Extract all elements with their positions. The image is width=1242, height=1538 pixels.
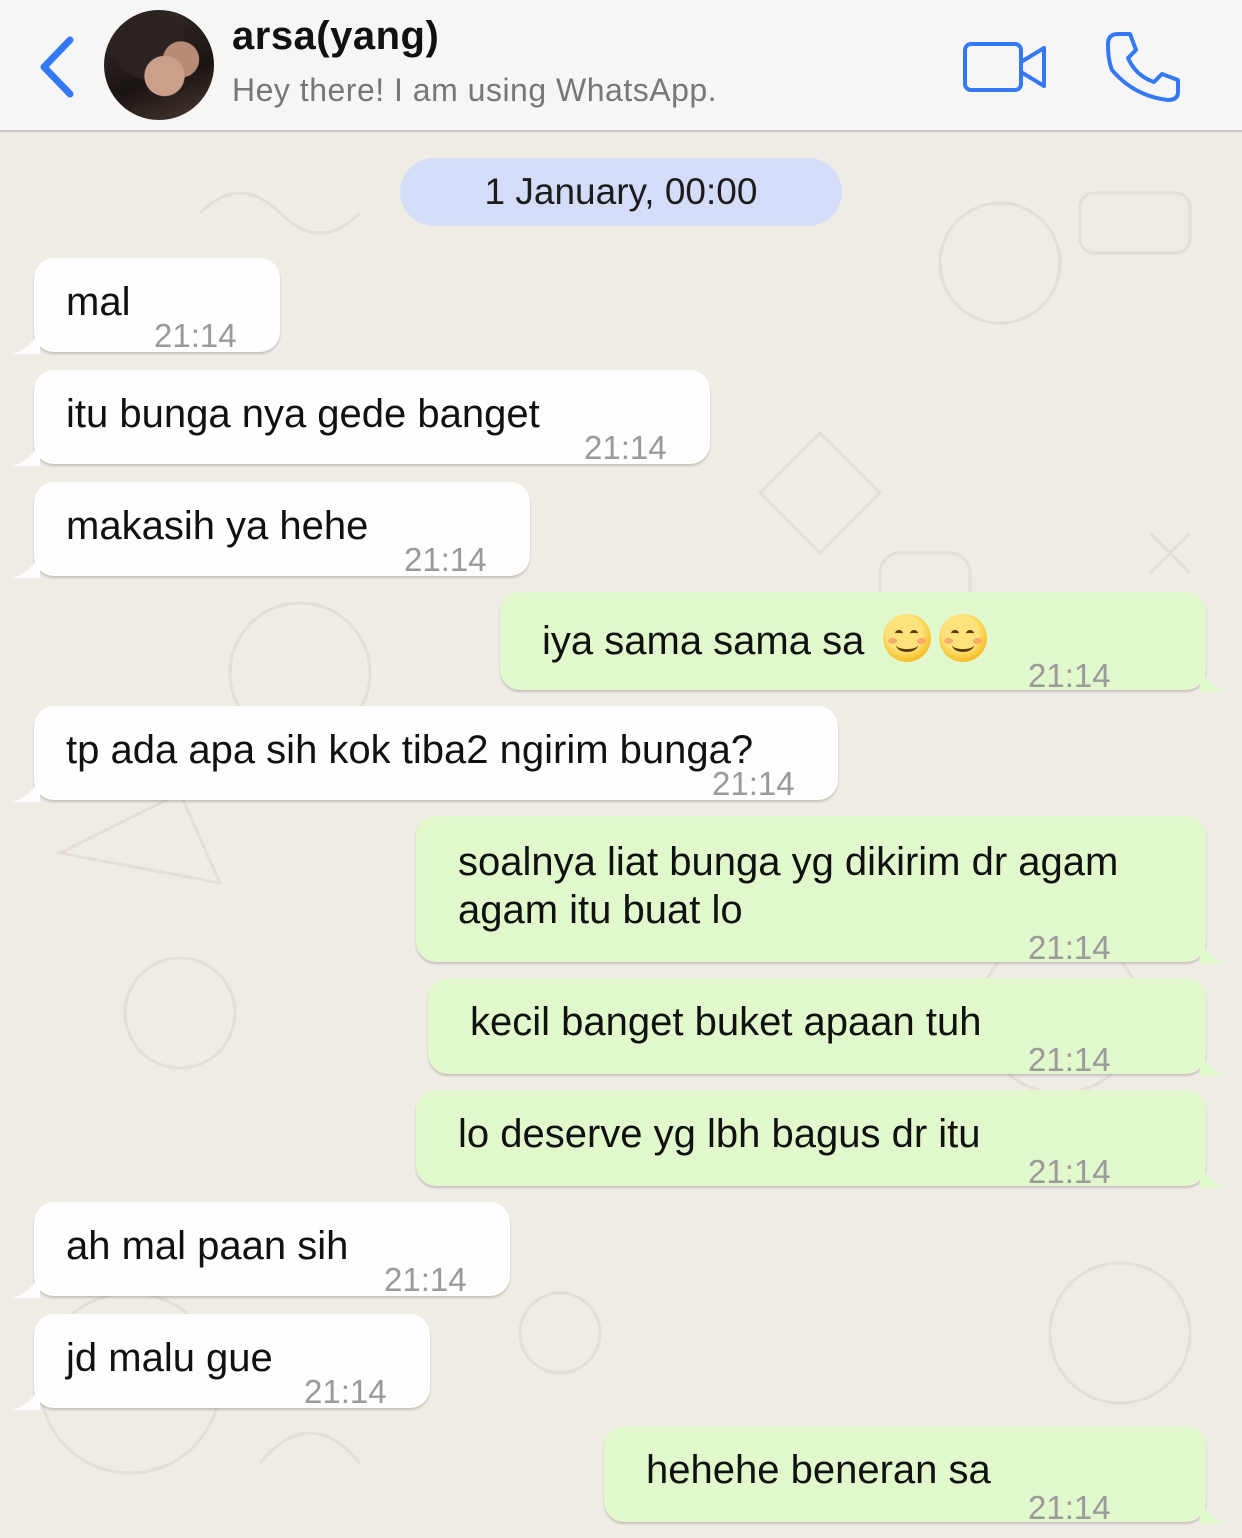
bubble-tail xyxy=(10,1386,40,1410)
message-text: iya sama sama sa xyxy=(542,614,988,665)
message-text-line1: soalnya liat bunga yg dikirim dr agam xyxy=(458,840,1119,884)
bubble-tail xyxy=(1200,1500,1230,1524)
bubble-tail xyxy=(1200,1052,1230,1076)
contact-name[interactable]: arsa(yang) xyxy=(232,14,439,59)
phone-icon[interactable] xyxy=(1104,30,1182,104)
chat-header: arsa(yang) Hey there! I am using WhatsAp… xyxy=(0,0,1242,132)
message-outgoing[interactable]: iya sama sama sa 21:14 xyxy=(500,592,1230,694)
message-incoming[interactable]: jd malu gue 21:14 xyxy=(10,1314,430,1410)
smiling-face-emoji xyxy=(883,614,932,662)
message-outgoing[interactable]: lo deserve yg lbh bagus dr itu 21:14 xyxy=(416,1090,1230,1190)
chevron-left-icon[interactable] xyxy=(34,34,80,100)
message-text: mal xyxy=(66,280,131,324)
bubble-tail xyxy=(1200,940,1230,964)
message-incoming[interactable]: makasih ya hehe 21:14 xyxy=(10,482,530,578)
message-text: kecil banget buket apaan tuh xyxy=(470,1000,982,1044)
bubble-tail xyxy=(10,778,40,802)
message-incoming[interactable]: tp ada apa sih kok tiba2 ngirim bunga? 2… xyxy=(10,706,838,802)
date-separator: 1 January, 00:00 xyxy=(400,158,842,226)
contact-status[interactable]: Hey there! I am using WhatsApp. xyxy=(232,72,717,109)
message-text: ah mal paan sih xyxy=(66,1224,349,1268)
message-outgoing[interactable]: kecil banget buket apaan tuh 21:14 xyxy=(428,978,1230,1078)
bubble-tail xyxy=(1200,668,1230,692)
message-text: tp ada apa sih kok tiba2 ngirim bunga? xyxy=(66,728,754,772)
message-outgoing[interactable]: hehehe beneran sa 21:14 xyxy=(604,1426,1230,1526)
video-camera-icon[interactable] xyxy=(962,38,1048,96)
message-outgoing[interactable]: soalnya liat bunga yg dikirim dr agam ag… xyxy=(416,816,1230,966)
bubble-tail xyxy=(10,554,40,578)
message-time: 21:14 xyxy=(154,317,237,354)
smiling-face-emoji xyxy=(939,614,988,662)
message-text-content: iya sama sama sa xyxy=(542,619,865,663)
message-time: 21:14 xyxy=(1028,1041,1111,1078)
message-text-line2: agam itu buat lo xyxy=(458,888,743,932)
bubble-tail xyxy=(10,1274,40,1298)
message-text: makasih ya hehe xyxy=(66,504,369,548)
message-incoming[interactable]: ah mal paan sih 21:14 xyxy=(10,1202,510,1298)
message-time: 21:14 xyxy=(1028,1489,1111,1526)
bubble-tail xyxy=(10,330,40,354)
message-time: 21:14 xyxy=(1028,657,1111,694)
message-time: 21:14 xyxy=(1028,1153,1111,1190)
bubble-tail xyxy=(10,442,40,466)
message-time: 21:14 xyxy=(712,765,795,802)
message-time: 21:14 xyxy=(304,1373,387,1410)
message-text: jd malu gue xyxy=(66,1336,273,1380)
bubble-tail xyxy=(1200,1164,1230,1188)
message-time: 21:14 xyxy=(1028,929,1111,966)
message-text: hehehe beneran sa xyxy=(646,1448,991,1492)
message-time: 21:14 xyxy=(384,1261,467,1298)
message-text: itu bunga nya gede banget xyxy=(66,392,540,436)
message-incoming[interactable]: itu bunga nya gede banget 21:14 xyxy=(10,370,710,466)
message-text: lo deserve yg lbh bagus dr itu xyxy=(458,1112,981,1156)
message-time: 21:14 xyxy=(584,429,667,466)
message-incoming[interactable]: mal 21:14 xyxy=(10,258,280,354)
message-time: 21:14 xyxy=(404,541,487,578)
avatar[interactable] xyxy=(104,10,214,120)
